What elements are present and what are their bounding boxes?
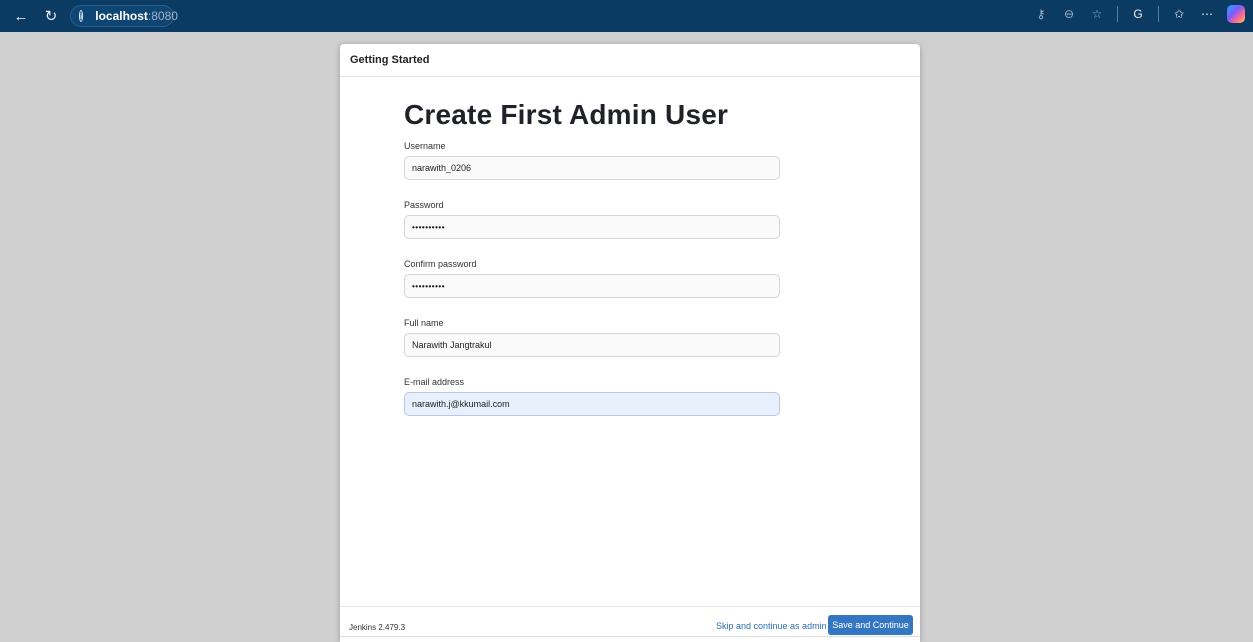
version-label: Jenkins 2.479.3 <box>349 623 406 632</box>
back-arrow-icon[interactable]: ← <box>10 5 32 27</box>
extension-icon[interactable]: G <box>1130 6 1146 22</box>
zoom-icon[interactable]: ⊖ <box>1061 6 1077 22</box>
browser-toolbar: ← ↻ i localhost:8080 ⚷ ⊖ ☆ G ✩ ⋯ <box>0 0 1253 32</box>
reload-icon[interactable]: ↻ <box>40 5 62 27</box>
full-name-input[interactable]: Narawith Jangtrakul <box>404 333 780 357</box>
toolbar-divider <box>1117 6 1118 22</box>
dialog-header: Getting Started <box>340 44 920 77</box>
username-label: Username <box>404 141 446 151</box>
admin-user-form: Create First Admin User Username narawit… <box>404 99 780 435</box>
confirm-password-label: Confirm password <box>404 259 477 269</box>
setup-dialog: Getting Started Create First Admin User … <box>340 44 920 642</box>
email-input[interactable]: narawith.j@kkumail.com <box>404 392 780 416</box>
dialog-body: Create First Admin User Username narawit… <box>340 77 920 637</box>
key-icon[interactable]: ⚷ <box>1033 6 1049 22</box>
more-icon[interactable]: ⋯ <box>1199 6 1215 22</box>
address-bar[interactable]: i localhost:8080 <box>70 5 178 27</box>
username-field-group: Username narawith_0206 <box>404 140 780 180</box>
confirm-password-input[interactable]: •••••••••• <box>404 274 780 298</box>
full-name-label: Full name <box>404 318 444 328</box>
confirm-password-field-group: Confirm password •••••••••• <box>404 258 780 298</box>
page-title: Create First Admin User <box>404 99 729 130</box>
info-icon[interactable]: i <box>79 10 84 22</box>
browser-tools: ⚷ ⊖ ☆ G ✩ ⋯ <box>1033 5 1245 23</box>
favorites-list-icon[interactable]: ✩ <box>1171 6 1187 22</box>
dialog-footer: Jenkins 2.479.3 Skip and continue as adm… <box>340 606 920 642</box>
copilot-icon[interactable] <box>1227 5 1245 23</box>
skip-continue-admin-link[interactable]: Skip and continue as admin <box>716 621 827 631</box>
password-input[interactable]: •••••••••• <box>404 215 780 239</box>
username-input[interactable]: narawith_0206 <box>404 156 780 180</box>
toolbar-divider <box>1158 6 1159 22</box>
address-host: localhost <box>95 9 148 23</box>
password-field-group: Password •••••••••• <box>404 199 780 239</box>
address-port: :8080 <box>147 9 178 23</box>
email-field-group: E-mail address narawith.j@kkumail.com <box>404 376 780 416</box>
full-name-field-group: Full name Narawith Jangtrakul <box>404 317 780 357</box>
save-and-continue-button[interactable]: Save and Continue <box>828 615 913 635</box>
favorite-star-icon[interactable]: ☆ <box>1089 6 1105 22</box>
email-label: E-mail address <box>404 377 465 387</box>
password-label: Password <box>404 200 444 210</box>
